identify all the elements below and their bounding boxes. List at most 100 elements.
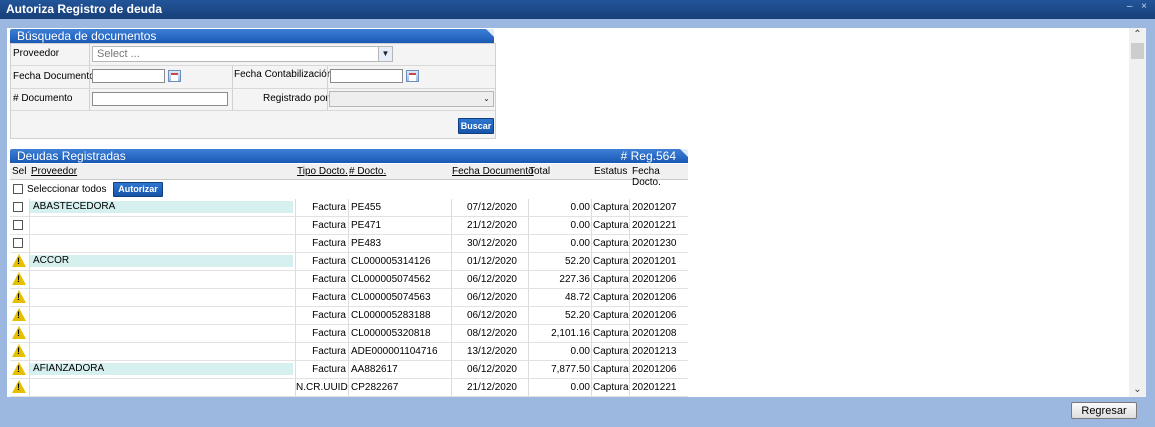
divider — [327, 66, 328, 88]
scroll-up-icon[interactable]: ⌃ — [1129, 28, 1146, 42]
minimize-icon[interactable]: – — [1127, 1, 1133, 12]
cell-tipo: Factura — [312, 238, 346, 249]
divider — [591, 217, 592, 234]
table-row[interactable]: Factura ADE000001104716 13/12/2020 0.00Capt… — [10, 343, 688, 361]
cell-fecha-docto: 20201206 — [632, 364, 677, 375]
divider — [348, 289, 349, 306]
divider — [629, 325, 630, 342]
cell-fecha: 08/12/2020 — [466, 328, 517, 339]
cell-fecha: 13/12/2020 — [466, 346, 517, 357]
divider — [29, 289, 30, 306]
cell-fecha-docto: 20201201 — [632, 256, 677, 267]
col-num-docto[interactable]: # Docto. — [349, 166, 386, 177]
proveedor-label: Proveedor — [13, 48, 60, 59]
cell-estatus: Captura — [593, 202, 629, 213]
cell-fecha-docto: 20201206 — [632, 292, 677, 303]
cell-tipo: N.CR.UUID — [296, 382, 348, 393]
registrado-por-select[interactable]: ⌄ — [329, 91, 494, 107]
divider — [591, 289, 592, 306]
divider — [591, 325, 592, 342]
table-row[interactable]: Factura CL000005074562 06/12/2020 227.36Cap… — [10, 271, 688, 289]
divider — [29, 271, 30, 288]
table-row[interactable]: Factura CL000005074563 06/12/2020 48.72Capt… — [10, 289, 688, 307]
divider — [591, 199, 592, 216]
cell-num-docto: ADE000001104716 — [351, 346, 438, 357]
cell-fecha-docto: 20201230 — [632, 238, 677, 249]
close-icon[interactable]: × — [1141, 1, 1147, 12]
cell-num-docto: AA882617 — [351, 364, 398, 375]
cell-estatus: Captura — [593, 220, 629, 231]
cell-tipo: Factura — [312, 310, 346, 321]
select-all-row: Seleccionar todos Autorizar — [10, 180, 688, 198]
cell-estatus: Captura — [593, 310, 629, 321]
proveedor-select[interactable]: Select ... ▼ — [92, 46, 393, 62]
table-row[interactable]: N.CR.UUIDCP282267 21/12/2020 0.00Captura20… — [10, 379, 688, 397]
col-sel: Sel — [12, 166, 27, 177]
cell-estatus: Captura — [593, 274, 629, 285]
registrado-por-label: Registrado por — [263, 93, 329, 104]
col-proveedor[interactable]: Proveedor — [31, 166, 77, 177]
calendar-icon[interactable] — [406, 70, 419, 82]
divider — [348, 217, 349, 234]
cell-proveedor: ABASTECEDORA — [30, 201, 293, 213]
autorizar-button[interactable]: Autorizar — [113, 182, 163, 197]
proveedor-select-placeholder: Select ... — [97, 48, 140, 60]
table-row[interactable]: Factura PE483 30/12/2020 0.00 Captura 2020123… — [10, 235, 688, 253]
divider — [348, 379, 349, 396]
col-tipo-docto[interactable]: Tipo Docto. — [297, 166, 348, 177]
cell-fecha-docto: 20201207 — [632, 202, 677, 213]
col-fecha-documento[interactable]: Fecha Documento — [452, 166, 534, 177]
cell-tipo: Factura — [312, 328, 346, 339]
divider — [29, 253, 30, 270]
row-checkbox[interactable] — [13, 220, 23, 230]
cell-fecha: 21/12/2020 — [466, 220, 517, 231]
divider — [29, 325, 30, 342]
cell-num-docto: CP282267 — [351, 382, 399, 393]
fecha-contabilizacion-input[interactable] — [330, 69, 403, 83]
cell-tipo: Factura — [312, 256, 346, 267]
table-row[interactable]: Factura CL000005283188 06/12/2020 52.20Capt… — [10, 307, 688, 325]
divider — [89, 66, 90, 88]
cell-fecha-docto: 20201221 — [632, 382, 677, 393]
cell-total: 0.00 — [570, 238, 590, 249]
row-checkbox[interactable] — [13, 238, 23, 248]
table-row[interactable]: Factura CL000005320818 08/12/2020 2,101.16C… — [10, 325, 688, 343]
cell-total: 227.36 — [559, 274, 590, 285]
divider — [629, 199, 630, 216]
fecha-documento-input[interactable] — [92, 69, 165, 83]
divider — [232, 66, 233, 88]
cell-num-docto: PE455 — [351, 202, 382, 213]
warning-icon — [12, 326, 26, 339]
cell-proveedor: AFIANZADORA — [30, 363, 293, 375]
proveedor-row: Proveedor Select ... ▼ — [11, 44, 495, 66]
divider — [629, 361, 630, 378]
search-panel-header: Búsqueda de documentos — [10, 29, 494, 43]
cell-tipo: Factura — [312, 274, 346, 285]
buscar-button[interactable]: Buscar — [458, 118, 494, 134]
scroll-thumb[interactable] — [1131, 43, 1144, 59]
cell-total: 48.72 — [564, 292, 590, 303]
divider — [629, 307, 630, 324]
chevron-down-icon[interactable]: ▼ — [378, 47, 392, 61]
table-row[interactable]: Factura PE471 21/12/2020 0.00 Captura 2020122… — [10, 217, 688, 235]
num-documento-input[interactable] — [92, 92, 228, 106]
table-row[interactable]: ACCOR Factura CL000005314126 01/12/2020 52.2… — [10, 253, 688, 271]
cell-total: 2,101.16 — [551, 328, 590, 339]
table-row[interactable]: ABASTECEDORA Factura PE455 07/12/2020 0.00 Ca… — [10, 199, 688, 217]
row-checkbox[interactable] — [13, 202, 23, 212]
divider — [29, 307, 30, 324]
regresar-button[interactable]: Regresar — [1071, 402, 1137, 419]
select-all-checkbox[interactable] — [13, 184, 23, 194]
chevron-down-icon[interactable]: ⌄ — [480, 92, 493, 106]
cell-fecha-docto: 20201213 — [632, 346, 677, 357]
cell-estatus: Captura — [593, 292, 629, 303]
calendar-icon[interactable] — [168, 70, 181, 82]
panel-corner-icon — [486, 29, 494, 37]
divider — [348, 343, 349, 360]
vertical-scrollbar[interactable]: ⌃ ⌄ — [1129, 28, 1146, 397]
fecha-contabilizacion-label: Fecha Contabilización — [234, 69, 333, 80]
scroll-down-icon[interactable]: ⌄ — [1129, 383, 1146, 397]
cell-estatus: Captura — [593, 346, 629, 357]
table-row[interactable]: AFIANZADORA Factura AA882617 06/12/2020 7,87… — [10, 361, 688, 379]
main-content: Búsqueda de documentos Proveedor Select … — [7, 28, 1146, 397]
